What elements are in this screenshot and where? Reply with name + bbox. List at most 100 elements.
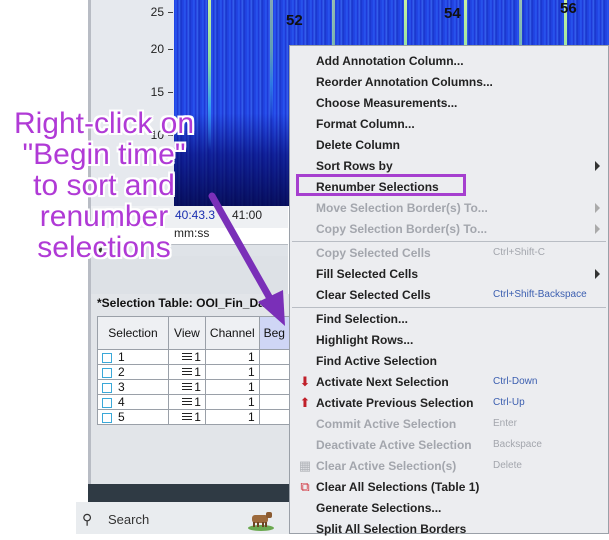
taskbar-search-label[interactable]: Search	[108, 512, 149, 527]
menu-item-label: Sort Rows by	[316, 159, 393, 173]
channel-value: 1	[247, 410, 255, 424]
table-row[interactable]: 5 1 1	[97, 409, 291, 425]
menu-item-delete-column[interactable]: Delete Column	[290, 135, 608, 156]
column-header-view[interactable]: View	[167, 316, 206, 350]
channel-value: 1	[247, 380, 255, 394]
menu-item-fill-selected-cells[interactable]: Fill Selected Cells	[290, 264, 608, 285]
menu-item-label: Move Selection Border(s) To...	[316, 201, 488, 215]
channel-cell[interactable]: 1	[204, 379, 260, 395]
y-tick: 25	[150, 5, 174, 19]
row-checkbox-icon[interactable]	[102, 367, 112, 378]
channel-value: 1	[247, 365, 255, 379]
menu-separator	[292, 307, 606, 308]
annotation-line: Right-click on	[13, 107, 195, 140]
clear-selection-icon: ▦	[298, 458, 312, 473]
view-cell[interactable]: 1	[167, 379, 206, 395]
menu-item-activate-next-selection[interactable]: ⬇ Activate Next Selection Ctrl-Down	[290, 372, 608, 393]
menu-item-activate-previous-selection[interactable]: ⬆ Activate Previous Selection Ctrl-Up	[290, 393, 608, 414]
annotation-line: to sort and	[33, 169, 175, 202]
menu-item-label: Clear All Selections (Table 1)	[316, 480, 480, 494]
begin-time-cell[interactable]	[258, 394, 291, 410]
menu-item-generate-selections[interactable]: Generate Selections...	[290, 498, 608, 519]
menu-item-label: Format Column...	[316, 117, 415, 131]
menu-item-add-annotation-column[interactable]: Add Annotation Column...	[290, 51, 608, 72]
selection-number: 3	[118, 380, 125, 394]
menu-item-reorder-annotation-columns[interactable]: Reorder Annotation Columns...	[290, 72, 608, 93]
menu-item-find-active-selection[interactable]: Find Active Selection	[290, 351, 608, 372]
table-row[interactable]: 1 1 1	[97, 349, 291, 365]
begin-time-cell[interactable]	[258, 349, 291, 365]
channel-cell[interactable]: 1	[204, 409, 260, 425]
column-header-channel[interactable]: Channel	[204, 316, 260, 350]
menu-item-label: Add Annotation Column...	[316, 54, 464, 68]
begin-time-cell[interactable]	[258, 379, 291, 395]
red-up-arrow-icon: ⬆	[299, 395, 311, 410]
menu-item-deactivate-active-selection[interactable]: Deactivate Active Selection Backspace	[290, 435, 608, 456]
table-row[interactable]: 3 1 1	[97, 379, 291, 395]
menu-item-commit-active-selection[interactable]: Commit Active Selection Enter	[290, 414, 608, 435]
selection-cell[interactable]: 4	[97, 394, 169, 410]
menu-item-choose-measurements[interactable]: Choose Measurements...	[290, 93, 608, 114]
menu-item-format-column[interactable]: Format Column...	[290, 114, 608, 135]
menu-item-shortcut: Ctrl+Shift-Backspace	[493, 289, 587, 300]
channel-cell[interactable]: 1	[204, 364, 260, 380]
menu-item-label: Reorder Annotation Columns...	[316, 75, 493, 89]
row-checkbox-icon[interactable]	[102, 352, 112, 363]
y-tick: 20	[150, 42, 174, 56]
menu-item-shortcut: Backspace	[493, 439, 542, 450]
selection-number: 4	[118, 395, 125, 409]
view-cell[interactable]: 1	[167, 349, 206, 365]
selection-cell[interactable]: 2	[97, 364, 169, 380]
selection-number: 1	[118, 350, 125, 364]
view-value: 1	[194, 380, 201, 394]
menu-item-clear-all-selections-table-1[interactable]: ⧉ Clear All Selections (Table 1)	[290, 477, 608, 498]
menu-item-label: Commit Active Selection	[316, 417, 457, 431]
view-cell[interactable]: 1	[167, 409, 206, 425]
cow-icon[interactable]	[246, 506, 276, 532]
view-cell[interactable]: 1	[167, 364, 206, 380]
menu-item-shortcut: Ctrl-Up	[493, 397, 525, 408]
menu-item-find-selection[interactable]: Find Selection...	[290, 309, 608, 330]
taskbar: ⚲ Search	[76, 502, 290, 534]
menu-item-label: Clear Selected Cells	[316, 288, 431, 302]
menu-item-clear-selected-cells[interactable]: Clear Selected Cells Ctrl+Shift-Backspace	[290, 285, 608, 306]
spectrogram-label: 56	[560, 0, 577, 17]
view-cell[interactable]: 1	[167, 394, 206, 410]
selection-cell[interactable]: 5	[97, 409, 169, 425]
menu-item-move-selection-border-s-to[interactable]: Move Selection Border(s) To...	[290, 198, 608, 219]
view-lines-icon	[182, 398, 193, 408]
y-tick: 15	[150, 85, 174, 99]
annotation-line: "Begin time"	[22, 138, 186, 171]
column-header-begin-time[interactable]: Beg	[258, 316, 291, 350]
menu-item-label: Activate Previous Selection	[316, 396, 474, 410]
selection-table[interactable]: Selection View Channel Beg 1112113114115…	[97, 316, 291, 425]
channel-cell[interactable]: 1	[204, 394, 260, 410]
spectrogram-stripe	[208, 0, 211, 150]
view-value: 1	[194, 410, 201, 424]
spectrogram-label: 52	[286, 12, 303, 29]
selection-cell[interactable]: 3	[97, 379, 169, 395]
column-header-selection[interactable]: Selection	[97, 316, 169, 350]
menu-item-label: Copy Selected Cells	[316, 246, 431, 260]
table-row[interactable]: 2 1 1	[97, 364, 291, 380]
menu-item-copy-selected-cells[interactable]: Copy Selected Cells Ctrl+Shift-C	[290, 243, 608, 264]
highlight-box	[296, 174, 466, 196]
menu-item-highlight-rows[interactable]: Highlight Rows...	[290, 330, 608, 351]
menu-item-label: Delete Column	[316, 138, 401, 152]
menu-item-copy-selection-border-s-to[interactable]: Copy Selection Border(s) To...	[290, 219, 608, 240]
menu-separator	[292, 241, 606, 242]
begin-time-cell[interactable]	[258, 364, 291, 380]
view-lines-icon	[182, 353, 193, 363]
selection-cell[interactable]: 1	[97, 349, 169, 365]
channel-cell[interactable]: 1	[204, 349, 260, 365]
menu-item-split-all-selection-borders[interactable]: Split All Selection Borders	[290, 519, 608, 540]
submenu-arrow-icon	[595, 269, 600, 279]
row-checkbox-icon[interactable]	[102, 382, 112, 393]
table-row[interactable]: 4 1 1	[97, 394, 291, 410]
search-icon[interactable]: ⚲	[82, 511, 92, 528]
row-checkbox-icon[interactable]	[102, 397, 112, 408]
row-checkbox-icon[interactable]	[102, 412, 112, 423]
begin-time-cell[interactable]	[258, 409, 291, 425]
menu-item-clear-active-selection-s[interactable]: ▦ Clear Active Selection(s) Delete	[290, 456, 608, 477]
view-value: 1	[194, 350, 201, 364]
